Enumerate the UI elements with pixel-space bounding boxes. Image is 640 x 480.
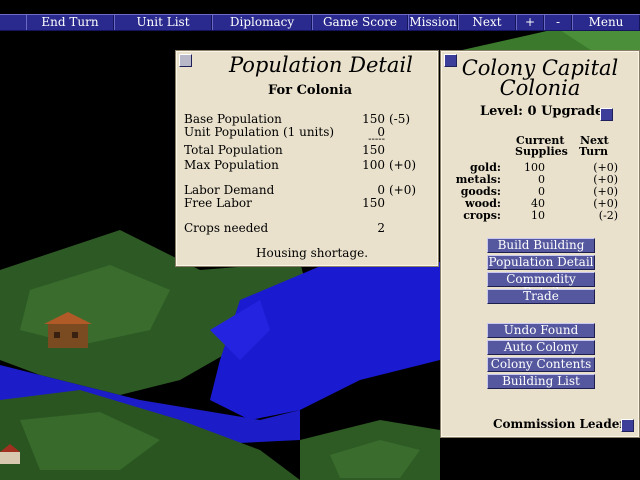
pop-row-label: Max Population [184, 158, 279, 172]
population-panel-close-button[interactable] [179, 54, 192, 67]
trade-button[interactable]: Trade [487, 289, 595, 304]
population-panel-title: Population Detail [229, 53, 413, 77]
current-header-line2: Supplies [515, 145, 568, 158]
pop-row-label: Free Labor [184, 196, 252, 210]
pop-row-delta: (+0) [389, 158, 417, 172]
next-button[interactable]: Next [458, 15, 516, 30]
unit-list-button[interactable]: Unit List [114, 15, 212, 30]
commodity-detail-button[interactable]: Commodity Detail [487, 272, 595, 299]
resource-current: 10 [531, 209, 545, 222]
build-building-button[interactable]: Build Building [487, 238, 595, 253]
commission-leader-label: Commission Leader [493, 417, 626, 431]
pop-row-value: 2 [377, 221, 385, 235]
resource-name: crops: [463, 209, 501, 222]
upgrade-button[interactable] [600, 108, 613, 121]
pop-row-value: 150 [362, 143, 385, 157]
pop-row-delta: (-5) [389, 112, 411, 126]
menu-button[interactable]: Menu [572, 15, 640, 30]
commission-leader-button[interactable] [621, 419, 634, 432]
pop-row-value: 150 [362, 196, 385, 210]
pop-row-label: Total Population [184, 143, 283, 157]
pop-row-label: Crops needed [184, 221, 269, 235]
building-list-button[interactable]: Building List [487, 374, 595, 389]
colony-level-label: Level: 0 Upgrade [480, 104, 604, 119]
game-score-button[interactable]: Game Score [312, 15, 408, 30]
resource-next: (-2) [598, 209, 618, 222]
population-panel-subtitle: For Colonia [268, 83, 353, 98]
colony-name: Colonia [499, 76, 581, 100]
diplomacy-button[interactable]: Diplomacy [212, 15, 312, 30]
undo-found-button[interactable]: Undo Found [487, 323, 595, 338]
pop-row-label: Base Population [184, 112, 282, 126]
colony-contents-button[interactable]: Colony Contents [487, 357, 595, 372]
pop-row-value: 150 [362, 112, 385, 126]
top-menu-bar: End Turn Unit List Diplomacy Game Score … [0, 14, 640, 31]
pop-row-value: 100 [362, 158, 385, 172]
end-turn-button[interactable]: End Turn [26, 15, 114, 30]
zoom-in-button[interactable]: + [516, 15, 544, 30]
pop-row-value: 0 [377, 183, 385, 197]
mission-button[interactable]: Mission [408, 15, 458, 30]
next-header-line2: Turn [579, 145, 608, 158]
zoom-out-button[interactable]: - [544, 15, 572, 30]
pop-row-delta: (+0) [389, 183, 417, 197]
auto-colony-button[interactable]: Auto Colony [487, 340, 595, 355]
population-detail-button[interactable]: Population Detail [487, 255, 595, 270]
pop-row-label: Unit Population (1 units) [184, 125, 335, 139]
pop-row-label: Labor Demand [184, 183, 275, 197]
housing-shortage-message: Housing shortage. [256, 246, 369, 260]
